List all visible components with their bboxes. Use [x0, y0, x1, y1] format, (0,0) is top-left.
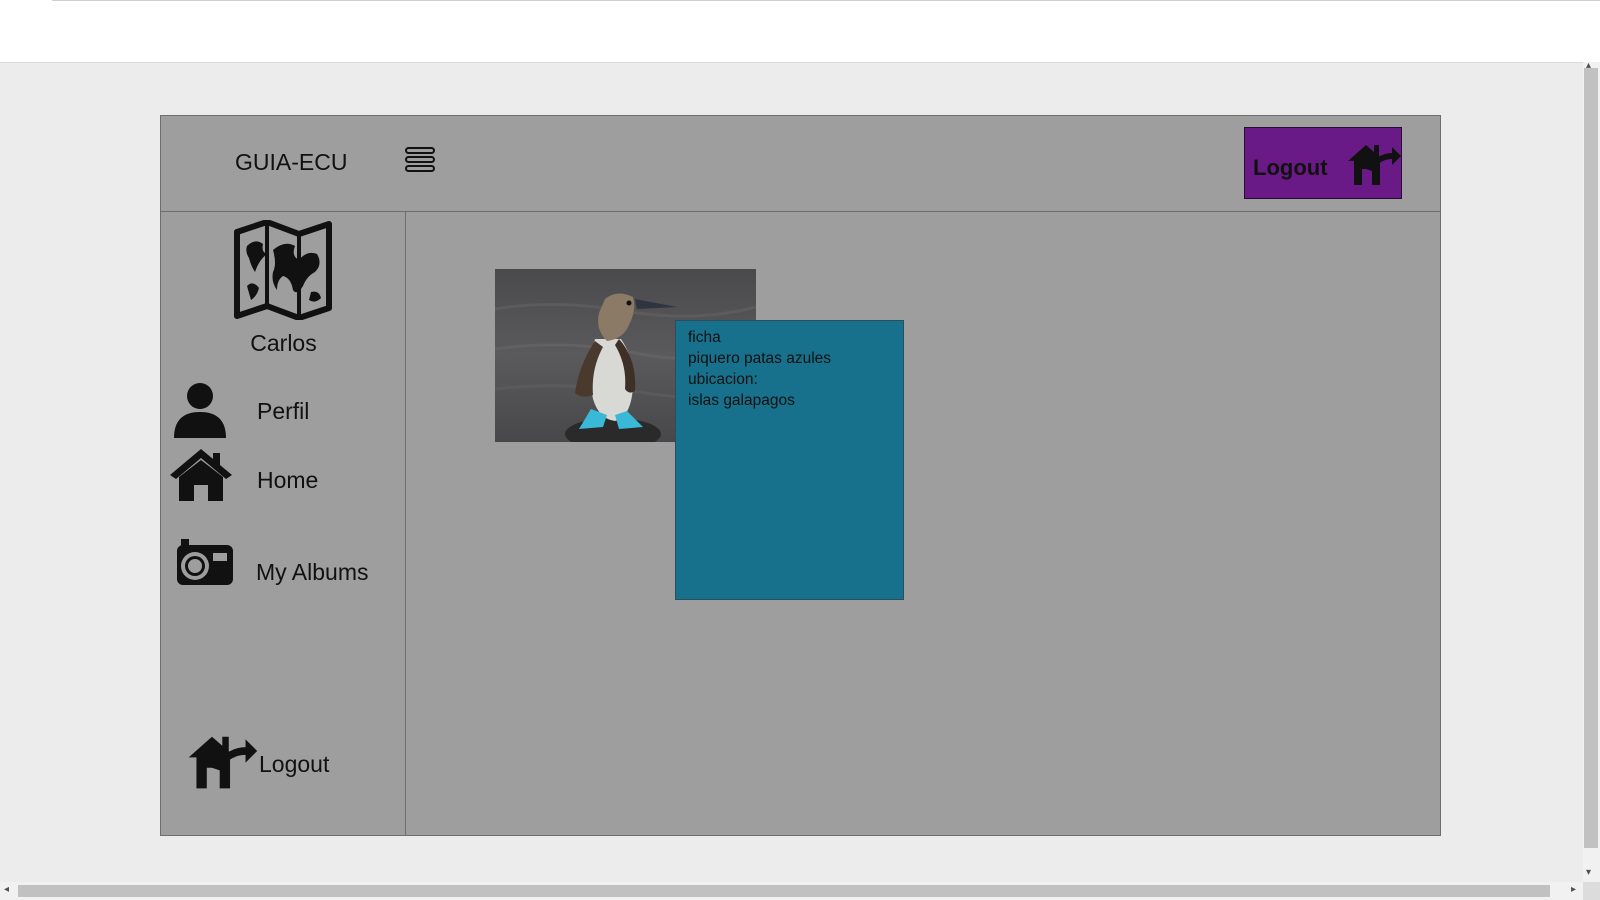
sidebar-item-my-albums[interactable]: My Albums [161, 537, 406, 607]
header-logout-button[interactable]: Logout [1244, 127, 1402, 199]
main-content: ficha piquero patas azules ubicacion: is… [406, 211, 1440, 835]
browser-top-bar [0, 0, 1600, 63]
username: Carlos [250, 330, 317, 356]
scroll-down-icon[interactable]: ▾ [1586, 867, 1591, 878]
sidebar-item-label: Home [257, 467, 319, 493]
sidebar-item-home[interactable]: Home [161, 447, 406, 517]
horizontal-scroll-thumb[interactable] [18, 885, 1550, 897]
card-line: ubicacion: [688, 371, 758, 388]
sidebar-item-perfil[interactable]: Perfil [161, 376, 406, 446]
house-exit-icon [1348, 145, 1401, 185]
header-logout-label: Logout [1253, 155, 1328, 180]
app-header: GUIA-ECU Logout [161, 116, 1440, 212]
vertical-scroll-thumb[interactable] [1584, 68, 1598, 848]
camera-icon [177, 539, 233, 585]
sidebar-logout-label: Logout [259, 751, 330, 777]
sidebar: Carlos Perfil Home My Albums Logout [161, 211, 406, 835]
scroll-right-icon[interactable]: ▸ [1571, 884, 1576, 895]
scrollbar-corner [1583, 882, 1600, 900]
scroll-left-icon[interactable]: ◂ [4, 884, 9, 895]
user-icon [174, 383, 226, 438]
species-info-card: ficha piquero patas azules ubicacion: is… [675, 320, 904, 600]
card-line: islas galapagos [688, 392, 795, 409]
card-line: ficha [688, 329, 721, 346]
sidebar-item-label: My Albums [256, 559, 369, 585]
hamburger-menu-icon[interactable] [404, 147, 438, 177]
home-icon [170, 449, 232, 501]
vertical-scrollbar[interactable]: ▴ ▾ [1583, 60, 1600, 882]
brand-title: GUIA-ECU [235, 149, 348, 175]
horizontal-scrollbar[interactable]: ◂ ▸ [0, 882, 1583, 900]
world-map-icon [234, 220, 332, 320]
sidebar-logout-button[interactable]: Logout [161, 721, 406, 791]
app-frame: GUIA-ECU Logout Carlos Perfil Home My Al… [160, 115, 1441, 836]
house-exit-icon [188, 736, 258, 789]
card-line: piquero patas azules [688, 350, 832, 367]
sidebar-item-label: Perfil [257, 398, 310, 424]
